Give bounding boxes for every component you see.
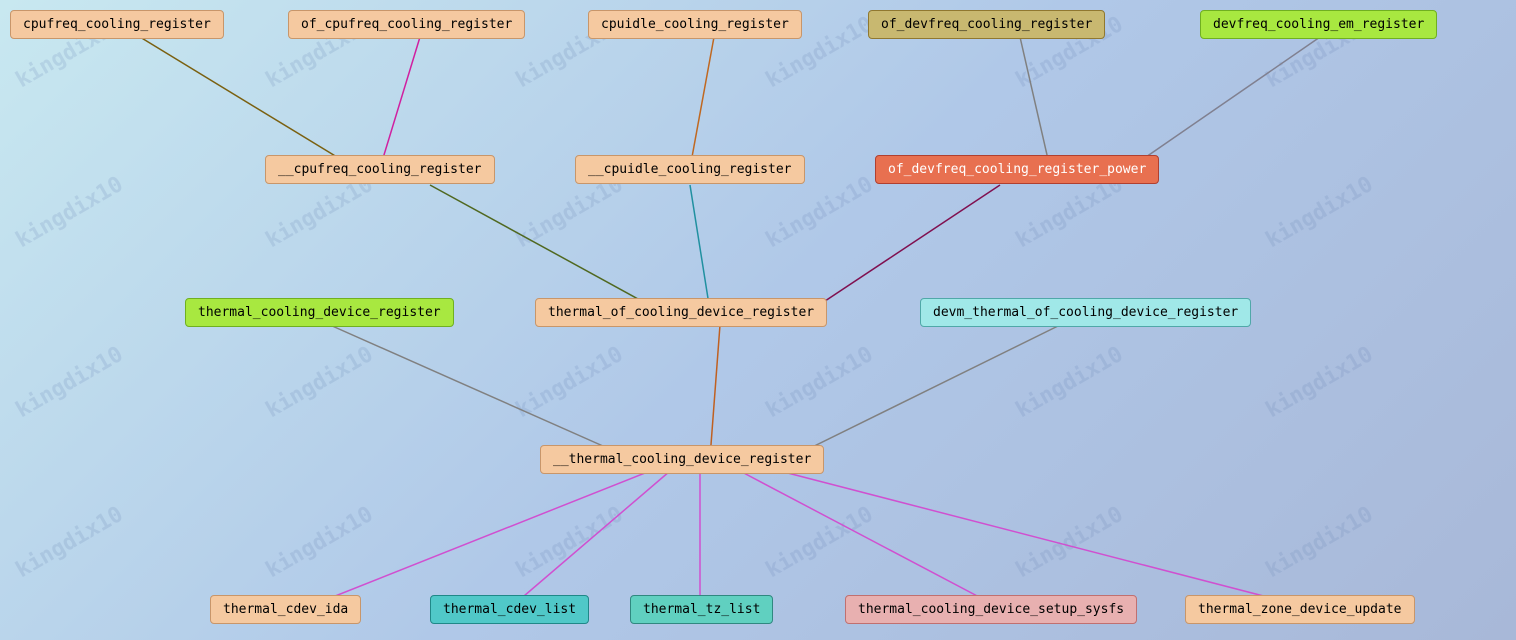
- watermark: kingdix10: [262, 342, 378, 423]
- node-of-devfreq-cooling-register[interactable]: of_devfreq_cooling_register: [868, 10, 1105, 39]
- node-devfreq-cooling-em-register[interactable]: devfreq_cooling_em_register: [1200, 10, 1437, 39]
- node-thermal-cdev-ida[interactable]: thermal_cdev_ida: [210, 595, 361, 624]
- watermark: kingdix10: [262, 172, 378, 253]
- node-cpuidle-cooling-register[interactable]: cpuidle_cooling_register: [588, 10, 802, 39]
- watermark: kingdix10: [762, 502, 878, 583]
- node-cpufreq-cooling-register[interactable]: cpufreq_cooling_register: [10, 10, 224, 39]
- watermark: kingdix10: [762, 342, 878, 423]
- node-thermal-zone-device-update[interactable]: thermal_zone_device_update: [1185, 595, 1415, 624]
- watermark: kingdix10: [1012, 342, 1128, 423]
- watermark: kingdix10: [1012, 502, 1128, 583]
- watermark: kingdix10: [262, 502, 378, 583]
- watermark: kingdix10: [12, 342, 128, 423]
- watermark: kingdix10: [512, 342, 628, 423]
- watermark: kingdix10: [1262, 502, 1378, 583]
- watermark: kingdix10: [1262, 172, 1378, 253]
- watermark: kingdix10: [12, 502, 128, 583]
- node-cpuidle-cooling-register-private[interactable]: __cpuidle_cooling_register: [575, 155, 805, 184]
- watermark: kingdix10: [762, 172, 878, 253]
- node-thermal-of-cooling-device-register[interactable]: thermal_of_cooling_device_register: [535, 298, 827, 327]
- watermark: kingdix10: [1012, 172, 1128, 253]
- node-thermal-cooling-device-setup-sysfs[interactable]: thermal_cooling_device_setup_sysfs: [845, 595, 1137, 624]
- watermark: kingdix10: [512, 502, 628, 583]
- node-of-cpufreq-cooling-register[interactable]: of_cpufreq_cooling_register: [288, 10, 525, 39]
- node-thermal-cdev-list[interactable]: thermal_cdev_list: [430, 595, 589, 624]
- node-of-devfreq-cooling-register-power[interactable]: of_devfreq_cooling_register_power: [875, 155, 1159, 184]
- node-cpufreq-cooling-register-private[interactable]: __cpufreq_cooling_register: [265, 155, 495, 184]
- node-devm-thermal-of-cooling-device-register[interactable]: devm_thermal_of_cooling_device_register: [920, 298, 1251, 327]
- watermark: kingdix10: [512, 172, 628, 253]
- watermark: kingdix10: [1262, 342, 1378, 423]
- node-thermal-cooling-device-register[interactable]: thermal_cooling_device_register: [185, 298, 454, 327]
- watermark: kingdix10: [12, 172, 128, 253]
- node-thermal-tz-list[interactable]: thermal_tz_list: [630, 595, 773, 624]
- node-thermal-cooling-device-register-private[interactable]: __thermal_cooling_device_register: [540, 445, 824, 474]
